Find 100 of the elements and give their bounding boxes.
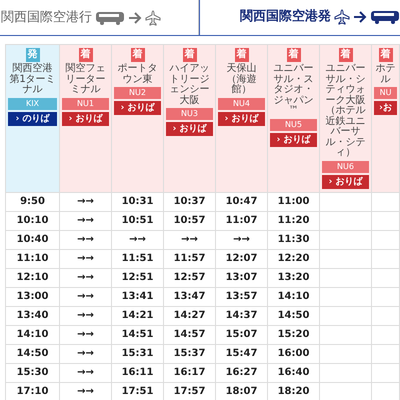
time-cell: →→ <box>60 192 112 211</box>
alighting-button[interactable]: › おりば <box>166 122 213 136</box>
tab[interactable]: 関西国際空港行 <box>0 0 199 35</box>
time-cell: 13:40 <box>6 306 60 325</box>
stop-name: ユニバーサル・シティウォーク大阪（ホテル近鉄ユニバーサル・シティ） <box>324 64 366 158</box>
time-cell: 13:00 <box>6 287 60 306</box>
alighting-button[interactable]: › おりば <box>114 101 161 115</box>
stop-name: 関空フェリーターミナル <box>64 64 106 96</box>
departure-badge: 発 <box>26 48 40 62</box>
arrival-badge: 着 <box>286 48 300 62</box>
arrival-badge: 着 <box>234 48 248 62</box>
time-cell: 10:40 <box>6 230 60 249</box>
time-cell: 14:37 <box>216 306 268 325</box>
time-cell: →→ <box>60 363 112 382</box>
arrival-badge: 着 <box>338 48 352 62</box>
time-cell: 11:00 <box>268 192 320 211</box>
stop-name: ハイアットリージェンシー大阪 <box>168 64 210 106</box>
plane-icon <box>334 9 350 25</box>
time-cell: 10:10 <box>6 211 60 230</box>
time-cell: 17:10 <box>6 382 60 400</box>
time-cell: 13:47 <box>164 287 216 306</box>
alighting-button[interactable]: › おりば <box>218 112 265 126</box>
time-cell: 14:50 <box>268 306 320 325</box>
time-cell: 11:57 <box>164 249 216 268</box>
time-cell: →→ <box>216 230 268 249</box>
time-cell: 16:17 <box>164 363 216 382</box>
time-cell: 16:27 <box>216 363 268 382</box>
time-cell: →→ <box>60 268 112 287</box>
time-cell: →→ <box>60 211 112 230</box>
time-cell: 16:40 <box>268 363 320 382</box>
time-cell: 14:10 <box>268 287 320 306</box>
time-cell: 13:41 <box>112 287 164 306</box>
time-cell: →→ <box>60 249 112 268</box>
time-cell: 10:31 <box>112 192 164 211</box>
time-cell: 15:37 <box>164 344 216 363</box>
arrival-badge: 着 <box>78 48 92 62</box>
time-cell: 15:31 <box>112 344 164 363</box>
time-cell: 14:10 <box>6 325 60 344</box>
time-cell: 11:07 <box>216 211 268 230</box>
time-cell: 16:11 <box>112 363 164 382</box>
time-cell: 13:57 <box>216 287 268 306</box>
time-cell: 10:51 <box>112 211 164 230</box>
alighting-button[interactable]: › おりば <box>270 132 317 146</box>
arrow-icon <box>353 11 367 23</box>
time-cell: 11:30 <box>268 230 320 249</box>
time-cell: 15:30 <box>6 363 60 382</box>
arrival-badge: 着 <box>182 48 196 62</box>
time-cell: 14:50 <box>6 344 60 363</box>
time-cell: →→ <box>60 230 112 249</box>
stop-name: 天保山（海遊館） <box>226 64 258 96</box>
time-cell: 15:07 <box>216 325 268 344</box>
time-cell: 14:57 <box>164 325 216 344</box>
time-cell: 14:27 <box>164 306 216 325</box>
time-cell: 14:51 <box>112 325 164 344</box>
time-cell: 13:20 <box>268 268 320 287</box>
alighting-button[interactable]: › おりば <box>322 174 369 188</box>
time-cell: →→ <box>112 230 164 249</box>
stop-code: NU5 <box>270 118 317 130</box>
plane-icon <box>145 10 161 26</box>
time-cell: 9:50 <box>6 192 60 211</box>
arrival-badge: 着 <box>378 48 392 62</box>
time-cell: 10:47 <box>216 192 268 211</box>
time-cell: 11:51 <box>112 249 164 268</box>
time-cell: →→ <box>60 325 112 344</box>
stop-code: NU3 <box>166 108 213 120</box>
time-cell: →→ <box>60 287 112 306</box>
time-cell: 12:07 <box>216 249 268 268</box>
stop-name: ホテル <box>374 64 396 85</box>
time-cell: 12:20 <box>268 249 320 268</box>
stop-code: KIX <box>8 98 57 110</box>
stop-name: 関西空港第1ターミナル <box>8 64 57 96</box>
arrow-icon <box>128 12 142 24</box>
alighting-button[interactable]: ›お <box>374 101 397 115</box>
bus-icon <box>95 10 125 24</box>
time-cell: 14:21 <box>112 306 164 325</box>
time-cell: →→ <box>164 230 216 249</box>
time-cell: 15:20 <box>268 325 320 344</box>
stop-code: NU2 <box>114 87 161 99</box>
time-cell: 12:51 <box>112 268 164 287</box>
boarding-button[interactable]: › のりば <box>8 112 57 126</box>
arrival-badge: 着 <box>130 48 144 62</box>
stop-code: NU4 <box>218 98 265 110</box>
time-cell: 10:57 <box>164 211 216 230</box>
time-cell: →→ <box>60 344 112 363</box>
time-cell: 15:47 <box>216 344 268 363</box>
stop-name: ポートタウン東 <box>116 64 158 85</box>
stop-code: NU6 <box>322 160 369 172</box>
time-cell: 11:20 <box>268 211 320 230</box>
alighting-button[interactable]: › おりば <box>62 112 109 126</box>
tab[interactable]: 関西国際空港発 <box>199 0 400 35</box>
stop-code: NU1 <box>62 98 109 110</box>
time-cell: 10:37 <box>164 192 216 211</box>
time-cell: 13:07 <box>216 268 268 287</box>
stop-code: NU <box>374 87 397 99</box>
time-cell: 11:10 <box>6 249 60 268</box>
time-cell: 12:57 <box>164 268 216 287</box>
time-cell: 12:10 <box>6 268 60 287</box>
time-cell: →→ <box>60 306 112 325</box>
time-cell: 16:00 <box>268 344 320 363</box>
stop-name: ユニバーサル・スタジオ・ジャパン™ <box>272 64 314 116</box>
